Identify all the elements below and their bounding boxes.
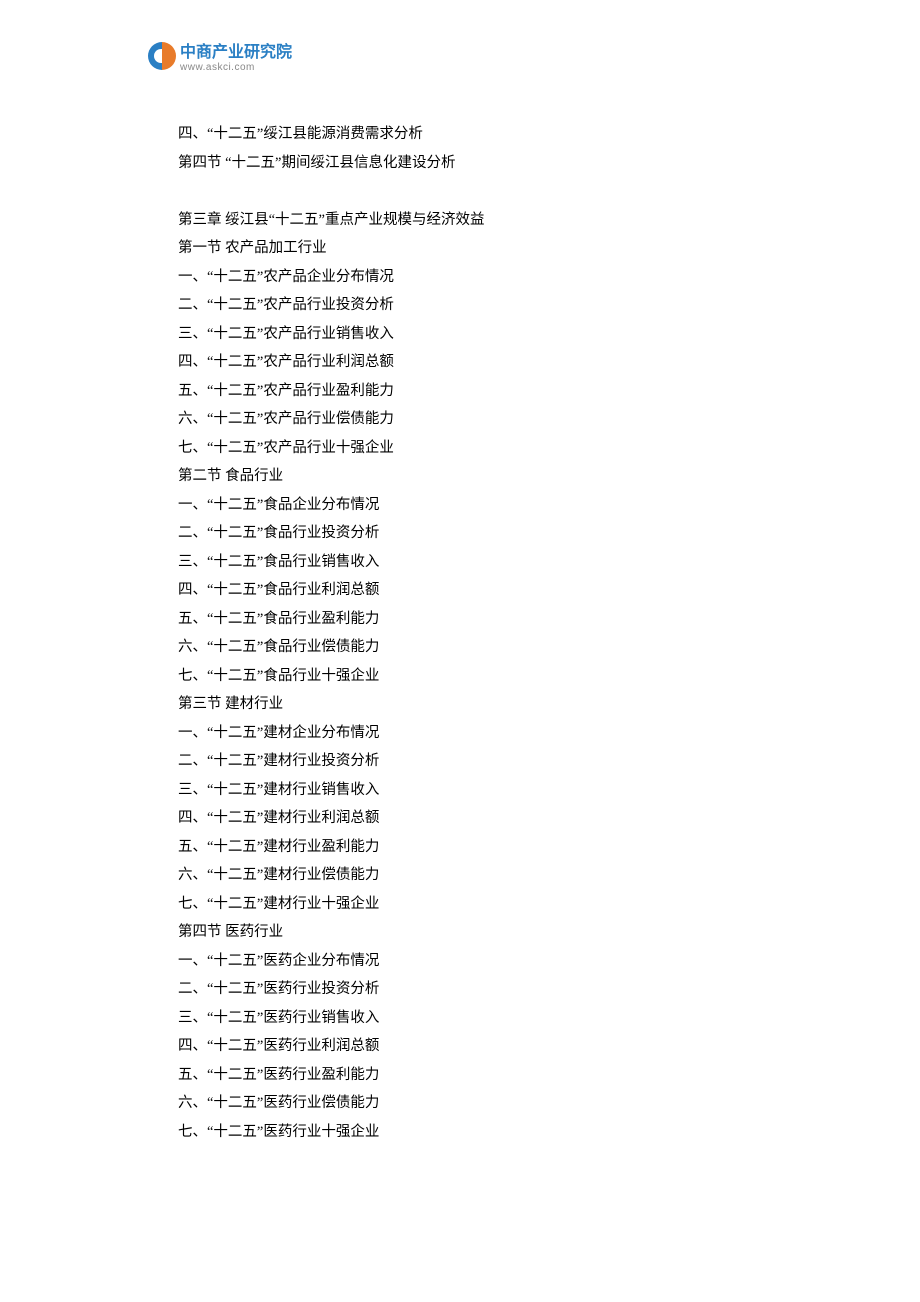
logo: 中商产业研究院 www.askci.com bbox=[148, 38, 292, 73]
toc-line: 二、“十二五”农产品行业投资分析 bbox=[178, 291, 778, 320]
blank-line bbox=[178, 177, 778, 206]
toc-line: 第一节 农产品加工行业 bbox=[178, 234, 778, 263]
logo-url-text: www.askci.com bbox=[180, 62, 292, 73]
toc-line: 五、“十二五”建材行业盈利能力 bbox=[178, 833, 778, 862]
toc-line: 六、“十二五”建材行业偿债能力 bbox=[178, 861, 778, 890]
logo-text: 中商产业研究院 www.askci.com bbox=[180, 38, 292, 73]
toc-line: 二、“十二五”医药行业投资分析 bbox=[178, 975, 778, 1004]
toc-line: 五、“十二五”食品行业盈利能力 bbox=[178, 605, 778, 634]
toc-line: 一、“十二五”食品企业分布情况 bbox=[178, 491, 778, 520]
toc-line: 六、“十二五”医药行业偿债能力 bbox=[178, 1089, 778, 1118]
toc-line: 六、“十二五”食品行业偿债能力 bbox=[178, 633, 778, 662]
toc-line: 三、“十二五”农产品行业销售收入 bbox=[178, 320, 778, 349]
toc-line: 第四节 医药行业 bbox=[178, 918, 778, 947]
toc-line: 三、“十二五”食品行业销售收入 bbox=[178, 548, 778, 577]
toc-line: 第二节 食品行业 bbox=[178, 462, 778, 491]
toc-line: 四、“十二五”食品行业利润总额 bbox=[178, 576, 778, 605]
toc-line: 第三章 绥江县“十二五”重点产业规模与经济效益 bbox=[178, 206, 778, 235]
toc-line: 七、“十二五”食品行业十强企业 bbox=[178, 662, 778, 691]
toc-line: 四、“十二五”医药行业利润总额 bbox=[178, 1032, 778, 1061]
toc-line: 四、“十二五”绥江县能源消费需求分析 bbox=[178, 120, 778, 149]
toc-line: 七、“十二五”建材行业十强企业 bbox=[178, 890, 778, 919]
toc-line: 第三节 建材行业 bbox=[178, 690, 778, 719]
toc-line: 七、“十二五”农产品行业十强企业 bbox=[178, 434, 778, 463]
toc-line: 二、“十二五”食品行业投资分析 bbox=[178, 519, 778, 548]
toc-line: 三、“十二五”建材行业销售收入 bbox=[178, 776, 778, 805]
toc-line: 五、“十二五”医药行业盈利能力 bbox=[178, 1061, 778, 1090]
toc-line: 三、“十二五”医药行业销售收入 bbox=[178, 1004, 778, 1033]
toc-line: 二、“十二五”建材行业投资分析 bbox=[178, 747, 778, 776]
logo-cn-text: 中商产业研究院 bbox=[180, 38, 292, 62]
toc-line: 四、“十二五”农产品行业利润总额 bbox=[178, 348, 778, 377]
toc-line: 五、“十二五”农产品行业盈利能力 bbox=[178, 377, 778, 406]
logo-icon bbox=[148, 42, 176, 70]
toc-line: 四、“十二五”建材行业利润总额 bbox=[178, 804, 778, 833]
toc-line: 第四节 “十二五”期间绥江县信息化建设分析 bbox=[178, 149, 778, 178]
document-content: 四、“十二五”绥江县能源消费需求分析 第四节 “十二五”期间绥江县信息化建设分析… bbox=[178, 120, 778, 1146]
toc-line: 一、“十二五”建材企业分布情况 bbox=[178, 719, 778, 748]
toc-line: 一、“十二五”农产品企业分布情况 bbox=[178, 263, 778, 292]
toc-line: 一、“十二五”医药企业分布情况 bbox=[178, 947, 778, 976]
toc-line: 六、“十二五”农产品行业偿债能力 bbox=[178, 405, 778, 434]
toc-line: 七、“十二五”医药行业十强企业 bbox=[178, 1118, 778, 1147]
